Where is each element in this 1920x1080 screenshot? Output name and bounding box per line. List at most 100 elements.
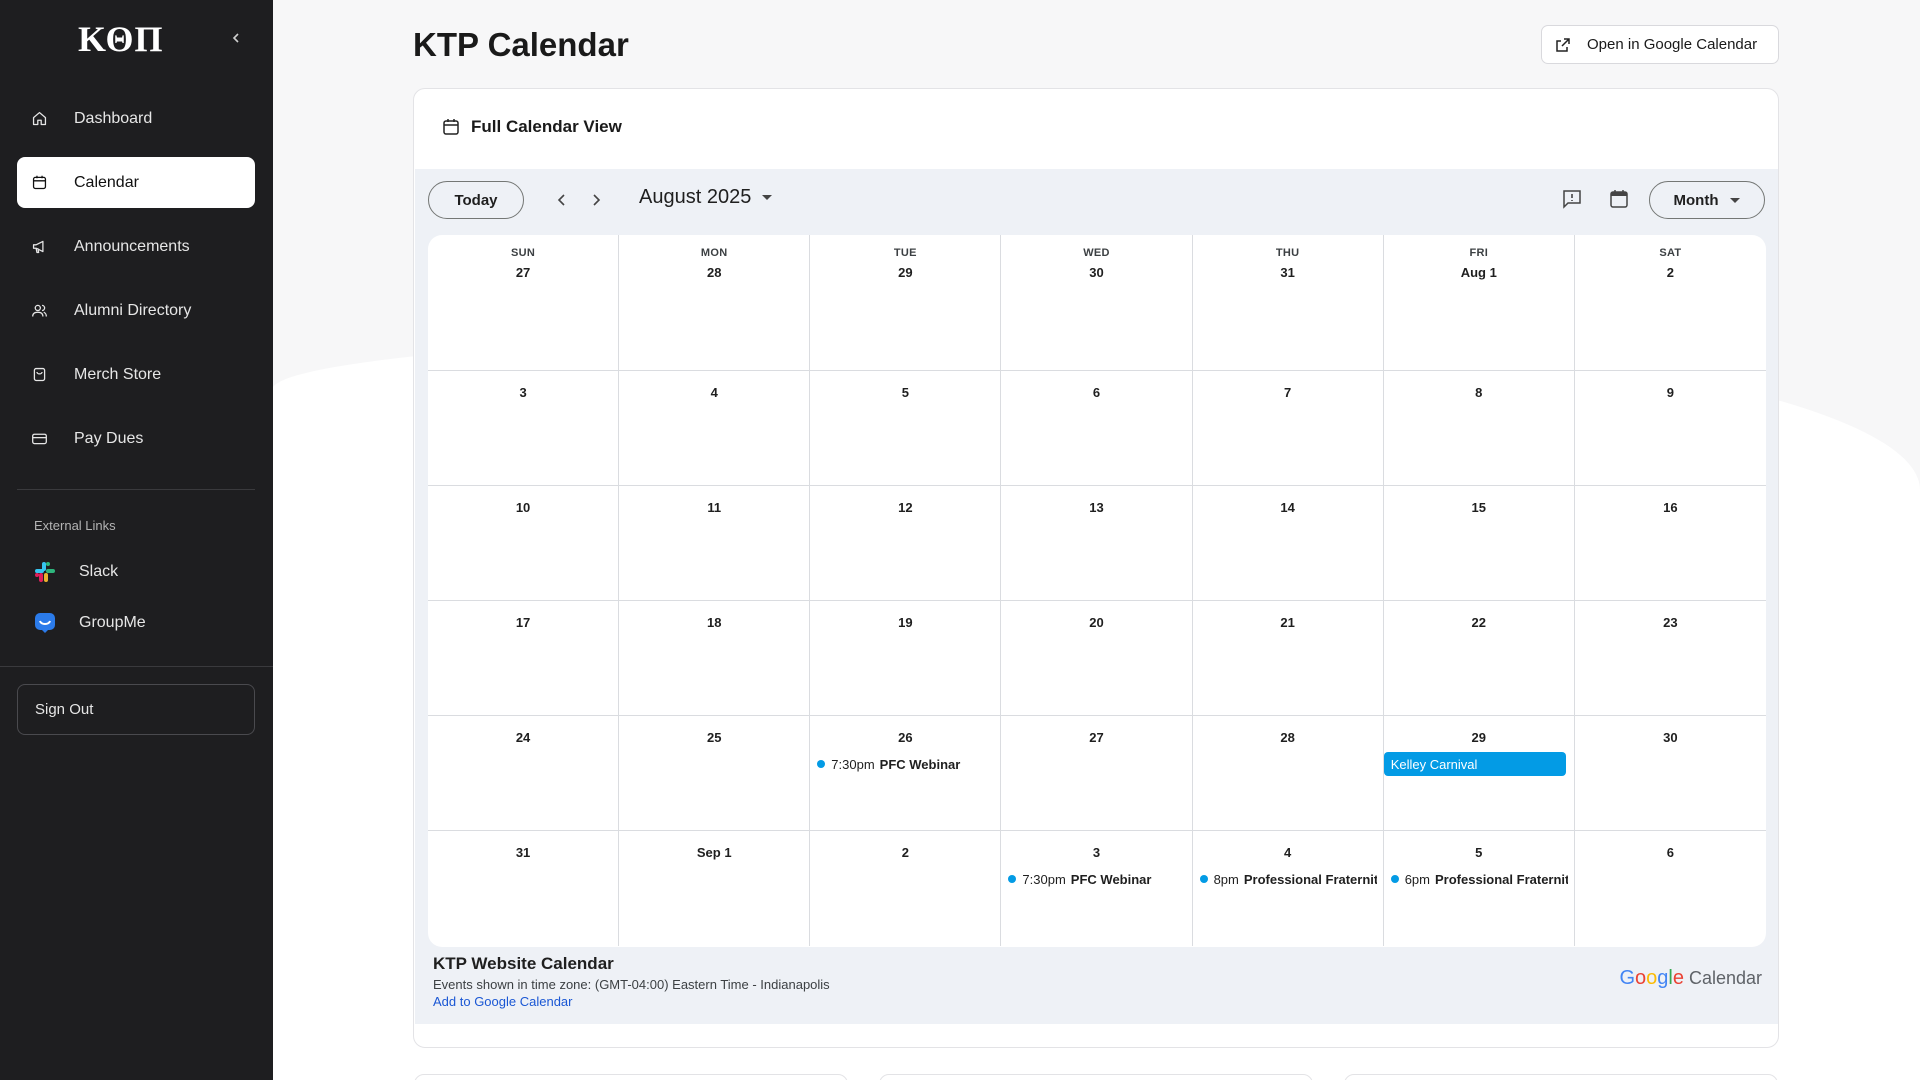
day-cell[interactable]: 20 [1001, 601, 1193, 716]
feedback-icon[interactable] [1561, 188, 1583, 210]
day-number[interactable]: 25 [619, 730, 809, 745]
day-cell[interactable]: 13 [1001, 486, 1193, 601]
day-number[interactable]: 28 [1193, 730, 1383, 745]
day-cell[interactable]: 27 [1001, 716, 1193, 831]
day-cell[interactable]: 22 [1383, 601, 1575, 716]
day-cell[interactable]: 30 [1574, 716, 1766, 831]
external-link-groupme[interactable]: GroupMe [34, 608, 146, 638]
day-number[interactable]: 27 [428, 265, 618, 280]
day-number[interactable]: 29 [810, 265, 1000, 280]
today-button[interactable]: Today [428, 181, 524, 219]
view-selector[interactable]: Month [1649, 181, 1765, 219]
day-cell[interactable]: 15 [1383, 486, 1575, 601]
day-cell[interactable]: 26 7:30pm PFC Webinar [810, 716, 1002, 831]
sidebar-item-merch-store[interactable]: Merch Store [17, 349, 255, 400]
day-number[interactable]: 5 [810, 385, 1000, 400]
day-number[interactable]: 3 [1001, 845, 1191, 860]
day-number[interactable]: 29 [1384, 730, 1574, 745]
day-cell[interactable]: 11 [619, 486, 811, 601]
sidebar-item-pay-dues[interactable]: Pay Dues [17, 413, 255, 464]
day-number[interactable]: 19 [810, 615, 1000, 630]
chevron-right-icon[interactable] [583, 187, 609, 213]
day-number[interactable]: Aug 1 [1384, 265, 1574, 280]
day-number[interactable]: Sep 1 [619, 845, 809, 860]
day-cell[interactable]: 18 [619, 601, 811, 716]
day-cell[interactable]: 5 6pm Professional Fraternit [1384, 831, 1575, 946]
day-cell[interactable]: 16 [1574, 486, 1766, 601]
day-number[interactable]: 15 [1384, 500, 1574, 515]
day-number[interactable]: 20 [1001, 615, 1191, 630]
day-number[interactable]: 24 [428, 730, 618, 745]
day-number[interactable]: 2 [810, 845, 1000, 860]
day-cell[interactable]: 4 8pm Professional Fraternit [1193, 831, 1384, 946]
sign-out-button[interactable]: Sign Out [17, 684, 255, 735]
day-number[interactable]: 6 [1575, 845, 1766, 860]
calendar-event[interactable]: 8pm Professional Fraternit [1199, 869, 1377, 889]
day-cell[interactable]: 3 7:30pm PFC Webinar [1001, 831, 1193, 946]
day-number[interactable]: 16 [1575, 500, 1766, 515]
open-google-calendar-button[interactable]: Open in Google Calendar [1541, 25, 1779, 64]
day-cell[interactable]: 28 [1192, 716, 1384, 831]
day-number[interactable]: 12 [810, 500, 1000, 515]
day-number[interactable]: 21 [1193, 615, 1383, 630]
day-cell[interactable]: 3 [428, 371, 620, 486]
external-link-slack[interactable]: Slack [34, 557, 118, 587]
day-cell[interactable]: SAT 2 [1574, 235, 1766, 371]
day-number[interactable]: 7 [1193, 385, 1383, 400]
day-cell[interactable]: MON 28 [619, 235, 811, 371]
day-cell[interactable]: 29 Kelley Carnival [1383, 716, 1575, 831]
add-to-google-calendar-link[interactable]: Add to Google Calendar [433, 994, 572, 1009]
day-number[interactable]: 11 [619, 500, 809, 515]
day-cell[interactable]: 21 [1192, 601, 1384, 716]
day-cell[interactable]: 25 [619, 716, 811, 831]
day-cell[interactable]: 8 [1383, 371, 1575, 486]
day-number[interactable]: 4 [1193, 845, 1383, 860]
sidebar-item-dashboard[interactable]: Dashboard [17, 93, 255, 144]
calendar-event[interactable]: 7:30pm PFC Webinar [1008, 869, 1185, 889]
sidebar-item-calendar[interactable]: Calendar [17, 157, 255, 208]
day-cell[interactable]: 17 [428, 601, 620, 716]
day-cell[interactable]: WED 30 [1001, 235, 1193, 371]
day-cell[interactable]: 14 [1192, 486, 1384, 601]
sidebar-item-alumni-directory[interactable]: Alumni Directory [17, 285, 255, 336]
day-cell[interactable]: 5 [810, 371, 1002, 486]
day-number[interactable]: 23 [1575, 615, 1766, 630]
calendar-event[interactable]: 6pm Professional Fraternit [1390, 869, 1568, 889]
day-cell[interactable]: 10 [428, 486, 620, 601]
day-number[interactable]: 14 [1193, 500, 1383, 515]
day-number[interactable]: 3 [428, 385, 618, 400]
day-number[interactable]: 30 [1575, 730, 1766, 745]
day-number[interactable]: 5 [1384, 845, 1574, 860]
day-number[interactable]: 18 [619, 615, 809, 630]
all-day-event[interactable]: Kelley Carnival [1383, 752, 1566, 776]
google-calendar-logo[interactable]: Google Calendar [1619, 967, 1762, 990]
day-cell[interactable]: 31 [428, 831, 620, 946]
chevron-left-icon[interactable] [226, 26, 246, 50]
day-cell[interactable]: 2 [810, 831, 1002, 946]
day-number[interactable]: 31 [428, 845, 618, 860]
day-cell[interactable]: 6 [1575, 831, 1766, 946]
sidebar-item-announcements[interactable]: Announcements [17, 221, 255, 272]
day-number[interactable]: 9 [1575, 385, 1766, 400]
day-cell[interactable]: 6 [1001, 371, 1193, 486]
day-number[interactable]: 26 [810, 730, 1000, 745]
day-cell[interactable]: Sep 1 [619, 831, 811, 946]
chevron-left-icon[interactable] [549, 187, 575, 213]
day-number[interactable]: 30 [1001, 265, 1191, 280]
month-picker[interactable]: August 2025 [639, 186, 773, 209]
day-number[interactable]: 8 [1384, 385, 1574, 400]
day-cell[interactable]: 23 [1574, 601, 1766, 716]
calendar-event[interactable]: 7:30pm PFC Webinar [817, 754, 994, 774]
day-number[interactable]: 2 [1575, 265, 1766, 280]
day-cell[interactable]: THU 31 [1192, 235, 1384, 371]
day-number[interactable]: 27 [1001, 730, 1191, 745]
day-cell[interactable]: 19 [810, 601, 1002, 716]
day-number[interactable]: 10 [428, 500, 618, 515]
day-number[interactable]: 17 [428, 615, 618, 630]
day-cell[interactable]: 9 [1574, 371, 1766, 486]
day-number[interactable]: 28 [619, 265, 809, 280]
day-number[interactable]: 13 [1001, 500, 1191, 515]
calendar-icon[interactable] [1608, 188, 1630, 210]
day-number[interactable]: 6 [1001, 385, 1191, 400]
day-cell[interactable]: 4 [619, 371, 811, 486]
